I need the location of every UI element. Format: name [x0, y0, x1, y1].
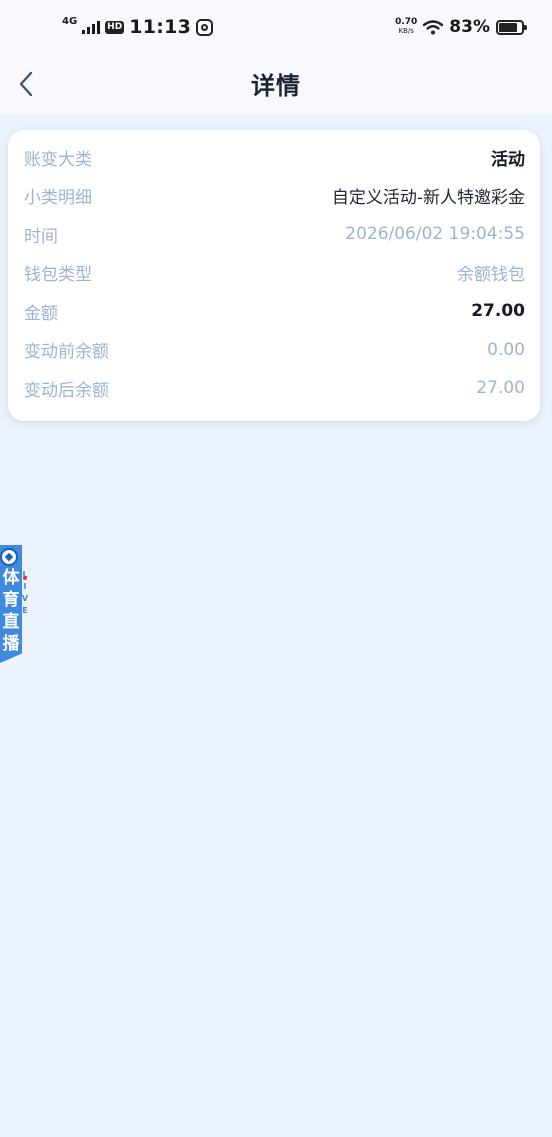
battery-icon — [496, 19, 527, 35]
notification-app-icon — [196, 18, 214, 36]
status-right: 0.70 KB/s 83% — [395, 14, 527, 40]
row-label: 时间 — [24, 226, 58, 247]
row-value: 2026/06/02 19:04:55 — [345, 224, 525, 245]
network-speed: 0.70 KB/s — [395, 18, 417, 36]
row-label: 金额 — [24, 303, 58, 324]
detail-row-amount: 金额 27.00 — [24, 292, 525, 331]
row-value: 27.00 — [476, 378, 525, 399]
soccer-ball-icon — [0, 548, 18, 566]
nav-bar: 详情 — [0, 56, 552, 114]
status-time: 11:13 — [129, 16, 192, 38]
sports-live-floating-button[interactable]: 体育直播 LIVE — [0, 545, 30, 663]
wifi-icon — [423, 19, 444, 34]
row-label: 变动前余额 — [24, 342, 109, 363]
detail-row-wallet-type: 钱包类型 余额钱包 — [24, 254, 525, 293]
live-indicator-dot — [23, 576, 27, 580]
detail-row-subcategory: 小类明细 自定义活动-新人特邀彩金 — [24, 177, 525, 216]
detail-row-category: 账变大类 活动 — [24, 138, 525, 177]
detail-row-balance-after: 变动后余额 27.00 — [24, 369, 525, 408]
hd-badge: HD — [105, 20, 125, 34]
detail-card: 账变大类 活动 小类明细 自定义活动-新人特邀彩金 时间 2026/06/02 … — [8, 130, 540, 421]
detail-row-time: 时间 2026/06/02 19:04:55 — [24, 215, 525, 254]
row-label: 小类明细 — [24, 188, 92, 209]
speed-unit: KB/s — [398, 27, 414, 35]
page-title: 详情 — [251, 72, 301, 100]
battery-percent: 83% — [449, 17, 490, 37]
row-label: 变动后余额 — [24, 380, 109, 401]
row-label: 账变大类 — [24, 149, 92, 170]
row-value: 27.00 — [471, 301, 525, 322]
detail-row-balance-before: 变动前余额 0.00 — [24, 331, 525, 370]
row-value: 自定义活动-新人特邀彩金 — [331, 188, 525, 209]
network-type: 4G — [62, 16, 78, 27]
row-value: 0.00 — [487, 339, 525, 360]
row-label: 钱包类型 — [24, 265, 92, 286]
row-value: 余额钱包 — [457, 265, 525, 286]
live-widget-text: 体育直播 — [2, 568, 20, 654]
speed-value: 0.70 — [395, 17, 418, 27]
status-left: 4G HD 11:13 — [62, 14, 214, 40]
signal-icon — [82, 20, 101, 34]
status-bar: 4G HD 11:13 0.70 KB/s 83% — [0, 0, 552, 56]
row-value: 活动 — [491, 149, 525, 170]
